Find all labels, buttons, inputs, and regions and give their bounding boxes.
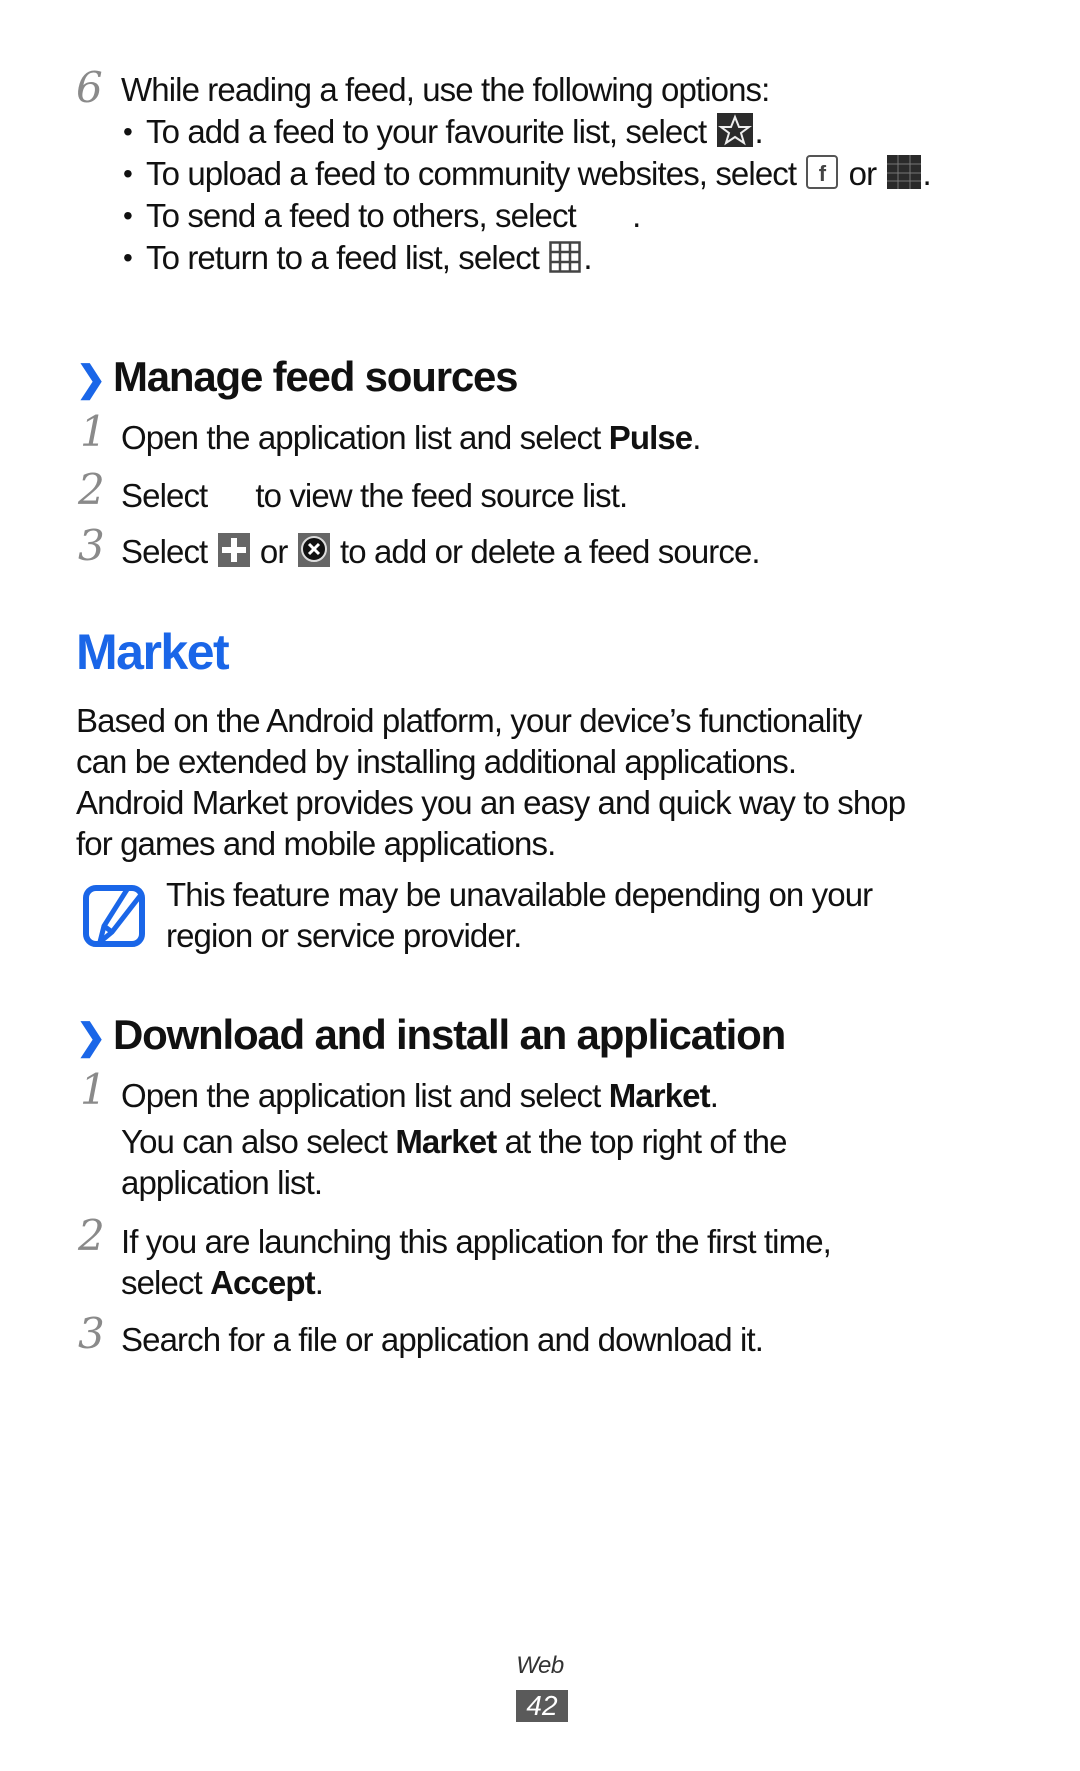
step-number: 2 <box>78 1211 105 1260</box>
step-text-part: . <box>709 1077 719 1114</box>
step-text: Search for a file or application and dow… <box>121 1321 764 1358</box>
step-text: Open the application list and select Mar… <box>121 1076 719 1116</box>
section-heading-download: ❯ Download and install an application <box>76 1010 786 1062</box>
bullet-text: . <box>922 155 932 192</box>
step-subtext: application list. <box>121 1164 323 1201</box>
note-text: This feature may be unavailable dependin… <box>166 874 873 956</box>
chevron-right-icon: ❯ <box>76 1016 106 1057</box>
bullet-favourite: To add a feed to your favourite list, se… <box>146 112 764 156</box>
delete-icon <box>297 533 330 576</box>
note-icon <box>82 884 146 953</box>
bullet-text: To upload a feed to community websites, … <box>146 155 805 192</box>
paragraph-line: Android Market provides you an easy and … <box>76 784 906 821</box>
facebook-icon: f <box>806 155 839 198</box>
page-number: 42 <box>516 1690 568 1722</box>
bullet-dot: • <box>123 116 133 147</box>
heading-text: Manage feed sources <box>112 353 519 400</box>
step-text: Select or to add or delete a feed source… <box>121 532 761 576</box>
step-text-part: . <box>692 419 701 456</box>
step-text-part: to view the feed source list. <box>255 477 628 514</box>
bullet-text: To send a feed to others, select <box>146 197 585 234</box>
bullet-dot: • <box>123 200 133 231</box>
bullet-text: To return to a feed list, select <box>146 239 548 276</box>
step-text-part: to add or delete a feed source. <box>331 533 761 570</box>
step-number: 1 <box>80 407 107 456</box>
grid-icon <box>549 241 582 282</box>
chevron-right-icon: ❯ <box>76 358 106 399</box>
step-text: select Accept. <box>121 1263 324 1303</box>
social-network-icon <box>886 155 921 198</box>
step-text: While reading a feed, use the following … <box>121 71 770 108</box>
note-line: This feature may be unavailable dependin… <box>166 876 873 913</box>
add-icon <box>217 533 250 576</box>
step-number: 2 <box>78 465 105 514</box>
paragraph-line: Based on the Android platform, your devi… <box>76 702 862 739</box>
step-text: If you are launching this application fo… <box>121 1223 832 1260</box>
bullet-send: To send a feed to others, select . <box>146 196 641 236</box>
ui-term: Market <box>395 1123 497 1160</box>
bullet-text: . <box>632 197 641 234</box>
paragraph-line: can be extended by installing additional… <box>76 743 797 780</box>
step-number: 1 <box>80 1065 107 1114</box>
step-text: Open the application list and select Pul… <box>121 418 701 458</box>
paragraph-line: for games and mobile applications. <box>76 825 556 862</box>
market-description: Based on the Android platform, your devi… <box>76 700 906 864</box>
page-title: Market <box>76 624 230 680</box>
bullet-dot: • <box>123 242 133 273</box>
step-text-part: select <box>121 1264 211 1301</box>
step-number: 6 <box>76 63 103 112</box>
step-text-part: at the top right of the <box>496 1123 788 1160</box>
ui-term: Pulse <box>608 419 693 456</box>
bullet-upload: To upload a feed to community websites, … <box>146 154 932 198</box>
ui-term: Accept <box>210 1264 316 1301</box>
bullet-text: or <box>840 155 885 192</box>
step-text-part: You can also select <box>121 1123 396 1160</box>
bullet-text: . <box>583 239 592 276</box>
bullet-text: . <box>754 113 764 150</box>
bullet-text: To add a feed to your favourite list, se… <box>146 113 715 150</box>
star-icon <box>716 113 753 156</box>
step-text-part: Select <box>121 533 216 570</box>
heading-text: Download and install an application <box>112 1011 786 1058</box>
step-text: Select to view the feed source list. <box>121 476 628 516</box>
bullet-return: To return to a feed list, select . <box>146 238 593 282</box>
step-text-part: Open the application list and select <box>121 1077 609 1114</box>
note-line: region or service provider. <box>166 917 522 954</box>
step-text-part: . <box>314 1264 324 1301</box>
step-text-part: or <box>251 533 296 570</box>
step-number: 3 <box>78 1309 105 1358</box>
ui-term: Market <box>608 1077 711 1114</box>
bullet-dot: • <box>123 158 133 189</box>
step-text-part: Select <box>121 477 208 514</box>
step-number: 3 <box>78 521 105 570</box>
section-label: Web <box>516 1652 564 1679</box>
section-heading-manage-feed: ❯ Manage feed sources <box>76 352 519 404</box>
step-text-part: Open the application list and select <box>121 419 609 456</box>
step-subtext: You can also select Market at the top ri… <box>121 1122 787 1162</box>
